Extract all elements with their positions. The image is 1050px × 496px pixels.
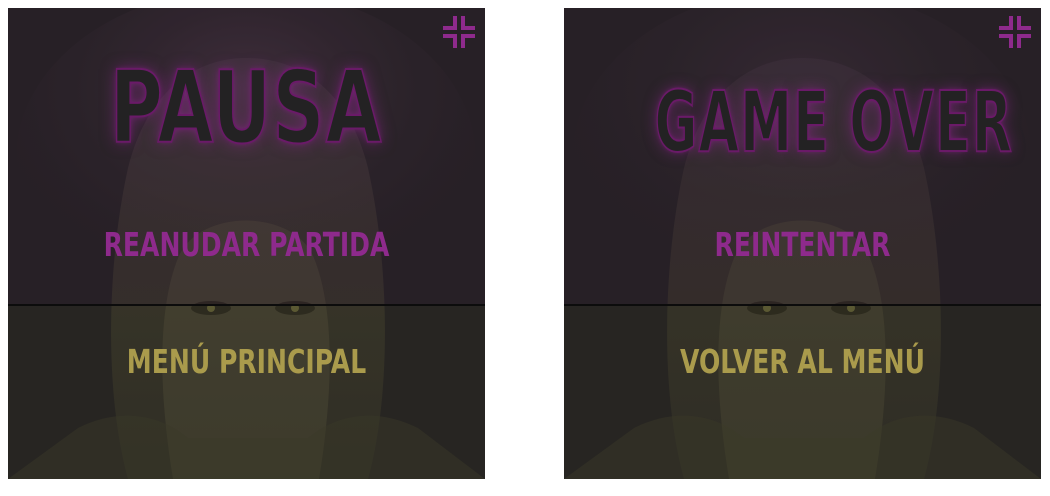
pause-title: PAUSA: [109, 49, 383, 166]
main-menu-button[interactable]: MENÚ PRINCIPAL: [65, 338, 428, 386]
pause-screen: PAUSA REANUDAR PARTIDA MENÚ PRINCIPAL: [8, 8, 485, 479]
retry-button[interactable]: REINTENTAR: [621, 221, 984, 269]
game-over-title: GAME OVER: [654, 73, 1014, 171]
divider-line: [564, 304, 1041, 306]
minimize-icon[interactable]: [441, 14, 477, 50]
minimize-icon[interactable]: [997, 14, 1033, 50]
lower-section: [8, 304, 485, 479]
back-to-menu-button[interactable]: VOLVER AL MENÚ: [621, 338, 984, 386]
game-over-screen: GAME OVER REINTENTAR VOLVER AL MENÚ: [564, 8, 1041, 479]
resume-game-button[interactable]: REANUDAR PARTIDA: [65, 221, 428, 269]
divider-line: [8, 304, 485, 306]
lower-section: [564, 304, 1041, 479]
